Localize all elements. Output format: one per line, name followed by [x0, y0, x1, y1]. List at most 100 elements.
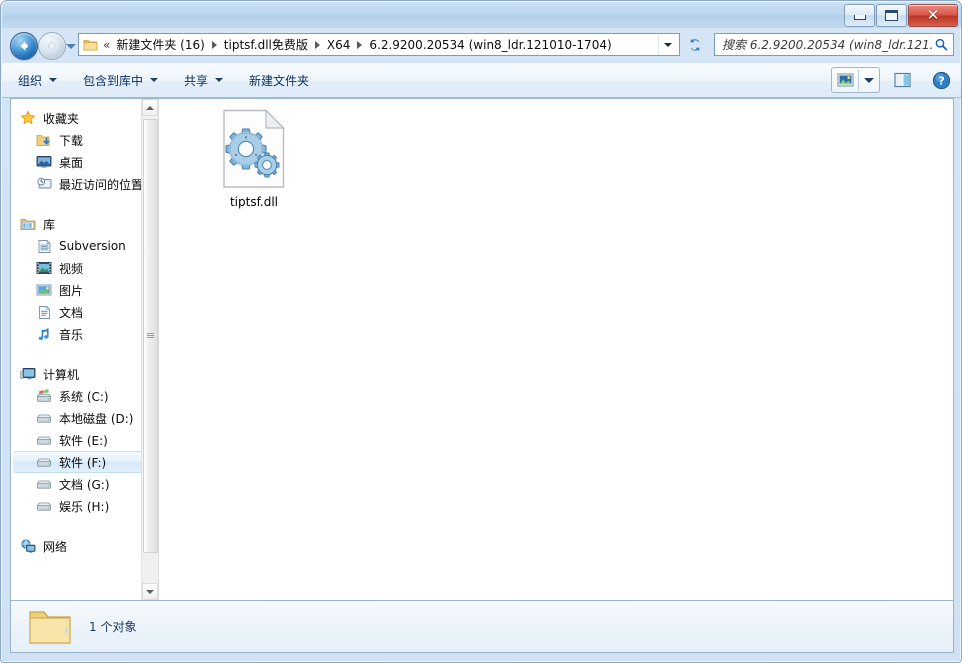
nav-group-favorites: 收藏夹 下载 [11, 107, 158, 195]
scroll-up-button[interactable] [142, 99, 158, 116]
sidebar-item-drive-c[interactable]: 系统 (C:) [11, 385, 158, 407]
sidebar-item-downloads[interactable]: 下载 [11, 129, 158, 151]
sidebar-item-label: 最近访问的位置 [59, 176, 143, 193]
nav-group-computer: 计算机 系统 (C:) [11, 363, 158, 517]
sidebar-item-videos[interactable]: 视频 [11, 257, 158, 279]
star-icon [19, 110, 37, 126]
sidebar-item-desktop[interactable]: 桌面 [11, 151, 158, 173]
minimize-icon [854, 15, 866, 20]
breadcrumb-separator-icon[interactable] [315, 41, 320, 49]
toolbar-item-organize[interactable]: 组织 [8, 67, 67, 93]
title-bar: ✕ [2, 2, 962, 28]
sidebar-item-drive-h[interactable]: 娱乐 (H:) [11, 495, 158, 517]
toolbar-item-include-in-library[interactable]: 包含到库中 [73, 67, 168, 93]
forward-button[interactable] [38, 32, 66, 60]
sidebar-item-label: 软件 (E:) [59, 432, 108, 449]
navigation-pane-scrollbar[interactable] [141, 99, 158, 600]
address-bar[interactable]: « 新建文件夹 (16) tiptsf.dll免费版 X64 6.2.9200.… [78, 33, 680, 56]
scrollbar-thumb[interactable] [143, 119, 158, 553]
drive-icon [35, 476, 53, 492]
back-arrow-icon [16, 38, 32, 54]
breadcrumb-item-2[interactable]: X64 [323, 36, 355, 54]
breadcrumb-item-1[interactable]: tiptsf.dll免费版 [220, 34, 312, 55]
download-folder-icon [35, 132, 53, 148]
toolbar-item-label: 共享 [184, 72, 208, 89]
recent-places-icon [35, 176, 53, 192]
nav-spacer [11, 199, 158, 213]
sidebar-item-favorites[interactable]: 收藏夹 [11, 107, 158, 129]
sidebar-item-computer[interactable]: 计算机 [11, 363, 158, 385]
sidebar-item-label: 图片 [59, 282, 83, 299]
sidebar-item-drive-d[interactable]: 本地磁盘 (D:) [11, 407, 158, 429]
status-bar: 1 个对象 [10, 601, 954, 653]
scrollbar-grip-icon [147, 333, 154, 340]
sidebar-item-documents[interactable]: 文档 [11, 301, 158, 323]
maximize-button[interactable] [876, 4, 907, 27]
navigation-tree: 收藏夹 下载 [11, 99, 158, 557]
change-view-button[interactable] [831, 67, 880, 93]
file-name-label: tiptsf.dll [230, 195, 278, 211]
search-box[interactable]: 搜索 6.2.9200.20534 (win8_ldr.121... [714, 33, 954, 56]
sidebar-item-label: 网络 [43, 538, 67, 555]
view-dropdown-button[interactable] [859, 78, 879, 83]
address-folder-icon [83, 38, 98, 52]
help-icon: ? [932, 71, 951, 90]
sidebar-item-label: 音乐 [59, 326, 83, 343]
video-library-icon [35, 260, 53, 276]
toolbar-item-share[interactable]: 共享 [174, 67, 233, 93]
forward-arrow-icon [44, 38, 60, 54]
address-history-dropdown-button[interactable] [658, 34, 677, 55]
sidebar-item-label: 收藏夹 [43, 110, 79, 127]
chevron-down-icon [864, 78, 874, 83]
search-icon[interactable] [934, 37, 949, 52]
search-input[interactable]: 搜索 6.2.9200.20534 (win8_ldr.121... [719, 36, 934, 53]
chevron-down-icon [664, 43, 672, 47]
breadcrumb-item-0[interactable]: 新建文件夹 (16) [112, 34, 208, 55]
sidebar-item-label: 视频 [59, 260, 83, 277]
sidebar-item-drive-f[interactable]: 软件 (F:) [13, 451, 154, 473]
file-list-pane[interactable]: tiptsf.dll [159, 99, 953, 600]
sidebar-item-label: 文档 [59, 304, 83, 321]
help-button[interactable]: ? [926, 67, 956, 93]
view-mode-icon [832, 73, 858, 87]
desktop-icon [35, 154, 53, 170]
chevron-up-icon [146, 106, 154, 110]
navigation-bar: « 新建文件夹 (16) tiptsf.dll免费版 X64 6.2.9200.… [2, 28, 962, 63]
nav-spacer [11, 349, 158, 363]
drive-icon [35, 498, 53, 514]
sidebar-item-subversion[interactable]: Subversion [11, 235, 158, 257]
recent-pages-dropdown-icon[interactable] [66, 44, 76, 49]
sidebar-item-drive-e[interactable]: 软件 (E:) [11, 429, 158, 451]
sidebar-item-music[interactable]: 音乐 [11, 323, 158, 345]
close-button[interactable]: ✕ [908, 4, 958, 27]
close-icon: ✕ [927, 8, 940, 23]
minimize-button[interactable] [844, 4, 875, 27]
refresh-icon [687, 37, 703, 53]
nav-group-libraries: 库 Subversion [11, 213, 158, 345]
nav-spacer [11, 521, 158, 535]
breadcrumb-item-3[interactable]: 6.2.9200.20534 (win8_ldr.121010-1704) [365, 36, 615, 54]
sidebar-item-libraries[interactable]: 库 [11, 213, 158, 235]
preview-pane-icon [894, 72, 912, 88]
computer-icon [19, 366, 37, 382]
breadcrumb-separator-icon[interactable] [357, 41, 362, 49]
breadcrumb-overflow-chevron[interactable]: « [101, 38, 112, 52]
breadcrumb-separator-icon[interactable] [212, 41, 217, 49]
sidebar-item-network[interactable]: 网络 [11, 535, 158, 557]
sidebar-item-label: 娱乐 (H:) [59, 498, 109, 515]
sidebar-item-pictures[interactable]: 图片 [11, 279, 158, 301]
scroll-down-button[interactable] [142, 583, 158, 600]
toolbar-item-new-folder[interactable]: 新建文件夹 [239, 67, 319, 93]
file-item[interactable]: tiptsf.dll [203, 109, 305, 211]
toolbar-item-label: 包含到库中 [83, 72, 143, 89]
sidebar-item-recent-places[interactable]: 最近访问的位置 [11, 173, 158, 195]
back-button[interactable] [10, 32, 38, 60]
sidebar-item-drive-g[interactable]: 文档 (G:) [11, 473, 158, 495]
preview-pane-button[interactable] [888, 67, 918, 93]
sidebar-item-label: 本地磁盘 (D:) [59, 410, 133, 427]
breadcrumb[interactable]: « 新建文件夹 (16) tiptsf.dll免费版 X64 6.2.9200.… [101, 34, 658, 55]
dll-gear-icon [222, 109, 286, 189]
network-icon [19, 538, 37, 554]
document-library-icon [35, 238, 53, 254]
refresh-button[interactable] [685, 34, 705, 55]
